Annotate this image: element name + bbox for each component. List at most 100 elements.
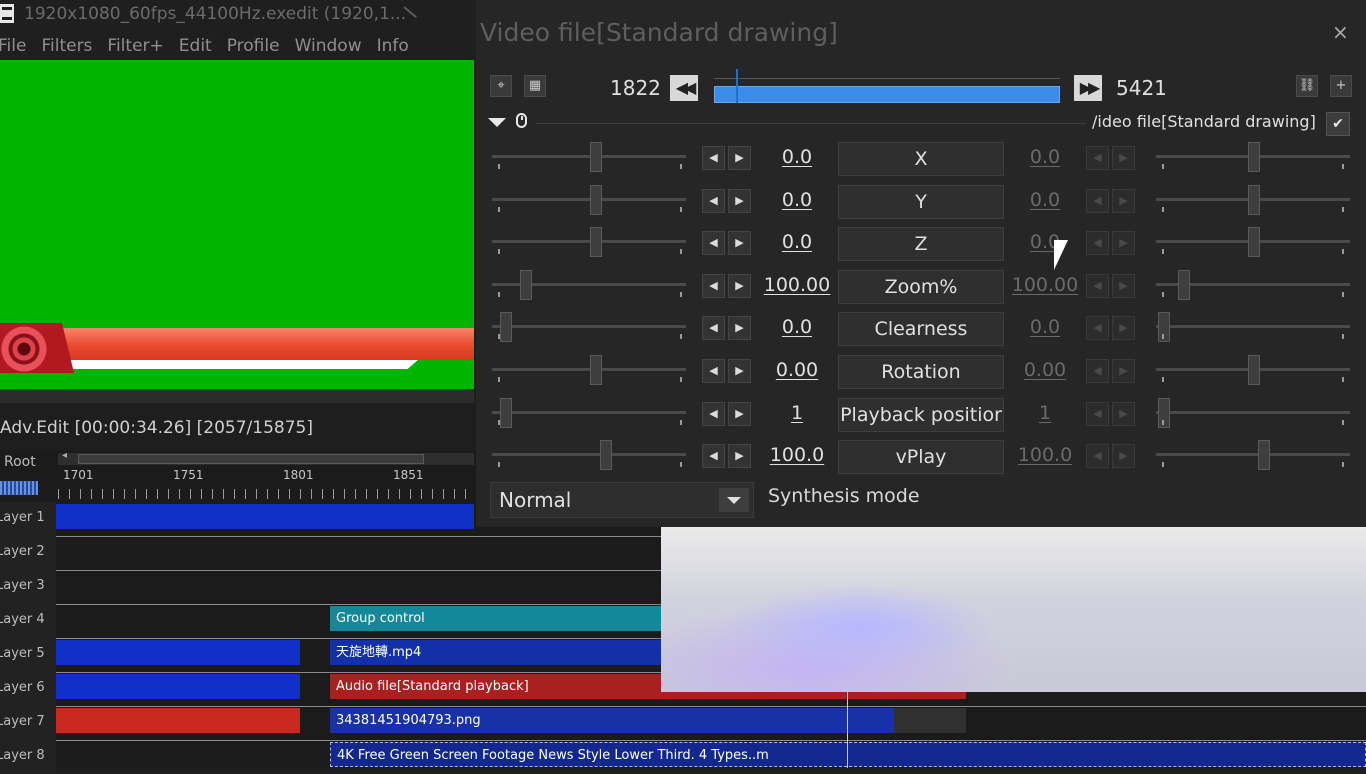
- param-right-slider[interactable]: [1248, 355, 1260, 385]
- param-left-track[interactable]: [492, 453, 686, 457]
- decrease-right-icon[interactable]: ◀: [1086, 273, 1109, 298]
- root-scene-label[interactable]: Root: [4, 454, 36, 470]
- blue-clip[interactable]: [56, 640, 300, 665]
- increase-left-icon[interactable]: ▶: [728, 316, 751, 341]
- menu-window[interactable]: Window: [295, 32, 362, 60]
- menu-file[interactable]: File: [0, 32, 26, 60]
- param-left-value[interactable]: 0.0: [752, 316, 842, 338]
- param-right-value[interactable]: 0.0: [1000, 189, 1090, 211]
- increase-right-icon[interactable]: ▶: [1112, 188, 1135, 213]
- param-left-track[interactable]: [492, 197, 686, 201]
- param-left-track[interactable]: [492, 410, 686, 414]
- param-left-value[interactable]: 100.00: [752, 274, 842, 296]
- chevron-down-icon[interactable]: [719, 488, 749, 512]
- layer-label[interactable]: Layer 4: [0, 604, 56, 638]
- timeline-ruler[interactable]: [58, 489, 474, 499]
- image-clip[interactable]: 34381451904793.png: [330, 708, 894, 733]
- param-right-slider[interactable]: [1158, 397, 1170, 428]
- param-right-track[interactable]: [1156, 325, 1350, 329]
- param-left-slider[interactable]: [600, 440, 612, 471]
- param-name-button[interactable]: Zoom%: [838, 269, 1004, 304]
- blue-clip[interactable]: [56, 674, 300, 699]
- menu-edit[interactable]: Edit: [179, 32, 212, 60]
- decrease-left-icon[interactable]: ◀: [702, 231, 725, 256]
- menu-profile[interactable]: Profile: [227, 32, 280, 60]
- param-right-value[interactable]: 0.0: [1000, 316, 1090, 338]
- param-left-value[interactable]: 0.0: [752, 146, 842, 168]
- decrease-right-icon[interactable]: ◀: [1086, 444, 1109, 469]
- fast-forward-icon[interactable]: ▶▶: [1074, 75, 1102, 101]
- frame-seekbar[interactable]: [714, 69, 1060, 103]
- param-left-value[interactable]: 100.0: [752, 444, 842, 466]
- increase-right-icon[interactable]: ▶: [1112, 401, 1135, 426]
- increase-left-icon[interactable]: ▶: [728, 359, 751, 383]
- close-icon[interactable]: ×: [1332, 20, 1349, 44]
- param-right-track[interactable]: [1156, 410, 1350, 414]
- increase-right-icon[interactable]: ▶: [1112, 316, 1135, 341]
- clip-tail[interactable]: [894, 708, 966, 733]
- layer-label[interactable]: Layer 8: [0, 740, 56, 774]
- param-left-value[interactable]: 0.0: [752, 189, 842, 211]
- param-right-slider[interactable]: [1158, 312, 1170, 343]
- param-right-value[interactable]: 100.00: [1000, 274, 1090, 296]
- enable-checkbox[interactable]: ✔: [1326, 112, 1350, 136]
- decrease-right-icon[interactable]: ◀: [1086, 401, 1109, 426]
- param-left-value[interactable]: 0.0: [752, 231, 842, 253]
- timeline-horizontal-scrollbar[interactable]: ◂: [58, 450, 474, 465]
- param-name-button[interactable]: Rotation: [838, 355, 1004, 389]
- param-left-slider[interactable]: [590, 227, 602, 258]
- increase-right-icon[interactable]: ▶: [1112, 146, 1135, 170]
- param-right-value[interactable]: 0.0: [1000, 146, 1090, 168]
- param-right-value[interactable]: 1: [1000, 402, 1090, 424]
- param-right-slider[interactable]: [1248, 142, 1260, 172]
- decrease-right-icon[interactable]: ◀: [1086, 188, 1109, 213]
- decrease-right-icon[interactable]: ◀: [1086, 146, 1109, 170]
- increase-left-icon[interactable]: ▶: [728, 401, 751, 426]
- menu-info[interactable]: Info: [377, 32, 409, 60]
- menu-filters[interactable]: Filters: [41, 32, 92, 60]
- playhead-line[interactable]: [847, 691, 848, 768]
- decrease-right-icon[interactable]: ◀: [1086, 359, 1109, 383]
- param-left-slider[interactable]: [500, 312, 512, 343]
- scroll-thumb[interactable]: [78, 454, 424, 464]
- add-filter-icon[interactable]: +: [1330, 75, 1352, 97]
- group-control-clip[interactable]: Group control: [330, 606, 662, 631]
- layer-row-8[interactable]: Layer 8 4K Free Green Screen Footage New…: [0, 740, 1366, 774]
- layer-label[interactable]: Layer 2: [0, 536, 56, 570]
- red-clip[interactable]: [56, 708, 300, 733]
- layer-row-7[interactable]: Layer 7 34381451904793.png: [0, 706, 1366, 741]
- param-right-slider[interactable]: [1178, 269, 1190, 300]
- param-right-slider[interactable]: [1258, 440, 1270, 471]
- param-left-track[interactable]: [492, 240, 686, 244]
- lower-third-clip[interactable]: 4K Free Green Screen Footage News Style …: [330, 742, 1366, 767]
- decrease-left-icon[interactable]: ◀: [702, 146, 725, 170]
- seek-marker[interactable]: [735, 69, 738, 103]
- increase-left-icon[interactable]: ▶: [728, 231, 751, 256]
- increase-right-icon[interactable]: ▶: [1112, 273, 1135, 298]
- layer-label[interactable]: Layer 6: [0, 672, 56, 706]
- increase-right-icon[interactable]: ▶: [1112, 231, 1135, 256]
- param-right-value[interactable]: 100.0: [1000, 444, 1090, 466]
- scroll-left-icon[interactable]: ◂: [62, 450, 67, 461]
- decrease-right-icon[interactable]: ◀: [1086, 316, 1109, 341]
- param-left-slider[interactable]: [590, 355, 602, 385]
- video-preview[interactable]: [0, 60, 474, 389]
- param-left-slider[interactable]: [500, 397, 512, 428]
- menu-filter-plus[interactable]: Filter+: [107, 32, 163, 60]
- camera-icon[interactable]: ⌖: [490, 75, 512, 97]
- increase-left-icon[interactable]: ▶: [728, 146, 751, 170]
- param-name-button[interactable]: X: [838, 142, 1004, 176]
- param-right-slider[interactable]: [1248, 227, 1260, 258]
- rewind-icon[interactable]: ◀◀: [670, 75, 698, 101]
- decrease-left-icon[interactable]: ◀: [702, 359, 725, 383]
- decrease-left-icon[interactable]: ◀: [702, 188, 725, 213]
- param-right-value[interactable]: 0.00: [1000, 359, 1090, 381]
- mouse-icon[interactable]: [516, 113, 527, 128]
- param-left-track[interactable]: [492, 155, 686, 158]
- decrease-left-icon[interactable]: ◀: [702, 444, 725, 469]
- param-left-value[interactable]: 1: [752, 402, 842, 424]
- link-icon[interactable]: ⛓: [1296, 75, 1318, 97]
- param-left-slider[interactable]: [590, 142, 602, 172]
- increase-right-icon[interactable]: ▶: [1112, 444, 1135, 469]
- video-clip[interactable]: 天旋地轉.mp4: [330, 640, 662, 665]
